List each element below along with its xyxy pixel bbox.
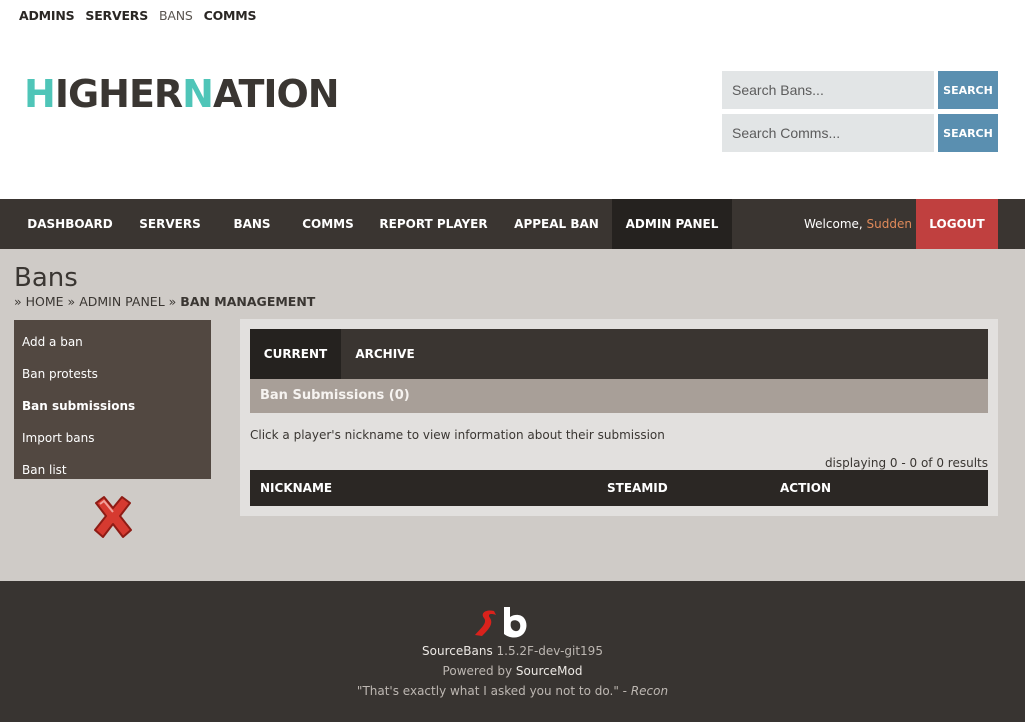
footer-quote-author: Recon: [630, 684, 669, 698]
results-count: displaying 0 - 0 of 0 results: [824, 456, 988, 470]
site-logo[interactable]: HIGHERNATION: [24, 72, 340, 116]
sidebar-item-ban-submissions[interactable]: Ban submissions: [14, 390, 211, 422]
footer-quote: "That's exactly what I asked you not to …: [0, 684, 1025, 698]
panel-tabs: CURRENT ARCHIVE: [250, 329, 988, 379]
top-link-comms[interactable]: COMMS: [204, 8, 257, 24]
search-bans-button[interactable]: SEARCH: [938, 71, 998, 109]
footer-version: SourceBans 1.5.2F-dev-git195: [0, 644, 1025, 658]
admin-side-menu: Add a ban Ban protests Ban submissions I…: [14, 320, 211, 479]
sourcebans-logo[interactable]: [474, 605, 538, 639]
search-comms-input[interactable]: [722, 114, 934, 152]
nav-admin-panel[interactable]: ADMIN PANEL: [612, 199, 732, 249]
sidebar-item-import-bans[interactable]: Import bans: [14, 422, 211, 454]
nav-report-player[interactable]: REPORT PLAYER: [366, 199, 501, 249]
nav-servers[interactable]: SERVERS: [126, 199, 214, 249]
logo-text-ation: ATION: [212, 72, 340, 116]
top-link-servers[interactable]: SERVERS: [85, 8, 148, 24]
breadcrumb-home[interactable]: HOME: [26, 294, 64, 309]
footer: SourceBans 1.5.2F-dev-git195 Powered by …: [0, 581, 1025, 722]
logo-letter-h: H: [24, 72, 56, 116]
nav-comms[interactable]: COMMS: [290, 199, 366, 249]
logout-button[interactable]: LOGOUT: [916, 199, 998, 249]
username-link[interactable]: Sudden: [867, 217, 912, 231]
breadcrumb-admin-panel[interactable]: ADMIN PANEL: [79, 294, 164, 309]
top-link-admins[interactable]: ADMINS: [19, 8, 75, 24]
logo-letter-n: N: [182, 72, 214, 116]
content-area: Bans » HOME » ADMIN PANEL » BAN MANAGEME…: [0, 249, 1025, 581]
page-title: Bans: [14, 263, 78, 293]
section-heading: Ban Submissions (0): [250, 379, 988, 413]
tab-archive[interactable]: ARCHIVE: [341, 329, 429, 379]
nav-dashboard[interactable]: DASHBOARD: [14, 199, 126, 249]
nav-bans[interactable]: BANS: [214, 199, 290, 249]
welcome-message: Welcome, Sudden: [804, 199, 912, 249]
column-action: ACTION: [780, 481, 831, 495]
tab-current[interactable]: CURRENT: [250, 329, 341, 379]
breadcrumb-separator: »: [67, 294, 76, 309]
breadcrumb-separator: »: [14, 294, 22, 309]
breadcrumb: » HOME » ADMIN PANEL » BAN MANAGEMENT: [14, 294, 315, 309]
breadcrumb-separator: »: [168, 294, 177, 309]
footer-product[interactable]: SourceBans: [422, 644, 493, 658]
footer-quote-text: "That's exactly what I asked you not to …: [356, 684, 619, 698]
table-header: NICKNAME STEAMID ACTION: [250, 470, 988, 506]
top-link-bans[interactable]: BANS: [159, 8, 193, 24]
nav-appeal-ban[interactable]: APPEAL BAN: [501, 199, 612, 249]
search-bans-input[interactable]: [722, 71, 934, 109]
welcome-prefix: Welcome,: [804, 217, 867, 231]
top-links: ADMINS SERVERS BANS COMMS: [19, 8, 257, 24]
footer-sourcemod-link[interactable]: SourceMod: [516, 664, 583, 678]
search-comms-row: SEARCH: [722, 114, 998, 152]
logo-text-igher: IGHER: [54, 72, 183, 116]
main-nav: DASHBOARD SERVERS BANS COMMS REPORT PLAY…: [0, 199, 1025, 249]
column-steamid[interactable]: STEAMID: [607, 470, 668, 506]
hint-text: Click a player's nickname to view inform…: [250, 428, 665, 442]
footer-powered-prefix: Powered by: [442, 664, 516, 678]
breadcrumb-ban-management: BAN MANAGEMENT: [180, 294, 316, 309]
search-bans-row: SEARCH: [722, 71, 998, 109]
footer-powered: Powered by SourceMod: [0, 664, 1025, 678]
footer-quote-dash: -: [618, 684, 631, 698]
column-nickname[interactable]: NICKNAME: [260, 470, 332, 506]
search-comms-button[interactable]: SEARCH: [938, 114, 998, 152]
sidebar-item-ban-protests[interactable]: Ban protests: [14, 358, 211, 390]
footer-version-text: 1.5.2F-dev-git195: [492, 644, 603, 658]
red-x-icon: [94, 496, 132, 538]
sidebar-item-ban-list[interactable]: Ban list: [14, 454, 211, 486]
sidebar-item-add-ban[interactable]: Add a ban: [14, 326, 211, 358]
ban-submissions-panel: CURRENT ARCHIVE Ban Submissions (0) Clic…: [240, 319, 998, 516]
